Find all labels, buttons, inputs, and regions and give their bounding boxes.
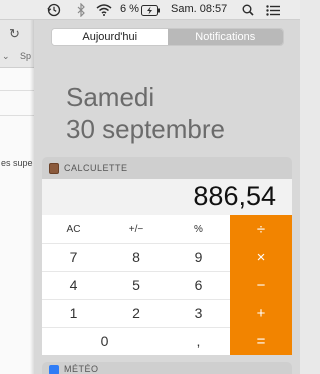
key-5[interactable]: 5 (105, 271, 167, 299)
background-window: ↻ ⌄ Sp es supe (0, 20, 34, 374)
key-comma[interactable]: , (167, 327, 230, 355)
bluetooth-icon[interactable] (75, 2, 87, 18)
search-icon[interactable] (241, 2, 255, 18)
key-1[interactable]: 1 (42, 299, 105, 327)
partial-text: es supe (1, 158, 33, 168)
key-7[interactable]: 7 (42, 243, 105, 271)
time-machine-icon[interactable] (46, 2, 62, 18)
key-minus[interactable]: − (230, 271, 292, 299)
display-value: 886,54 (193, 181, 276, 211)
calculator-keypad: AC +/− % ÷ 7 8 9 × 4 5 6 − 1 2 3 + 0 , = (42, 215, 292, 355)
background-toolbar: ↻ ⌄ Sp (0, 20, 34, 68)
calculator-icon (49, 163, 59, 174)
notification-center-panel: Aujourd'hui Notifications Samedi 30 sept… (34, 20, 300, 374)
wifi-icon[interactable] (95, 2, 113, 18)
key-plus[interactable]: + (230, 299, 292, 327)
widget-title: MÉTÉO (64, 364, 99, 374)
date-full: 30 septembre (66, 114, 225, 144)
key-8[interactable]: 8 (105, 243, 167, 271)
tab-today[interactable]: Aujourd'hui (52, 29, 168, 45)
weather-widget-header: MÉTÉO (42, 362, 292, 374)
weather-icon (49, 365, 59, 374)
key-4[interactable]: 4 (42, 271, 105, 299)
calculator-widget: CALCULETTE 886,54 AC +/− % ÷ 7 8 9 × 4 5… (42, 157, 292, 355)
key-6[interactable]: 6 (167, 271, 230, 299)
view-switcher: Aujourd'hui Notifications (51, 28, 284, 46)
key-percent[interactable]: % (167, 215, 230, 243)
key-0[interactable]: 0 (42, 327, 167, 355)
calculator-display: 886,54 (42, 179, 292, 215)
date-weekday: Samedi (66, 82, 155, 112)
battery-charging-icon[interactable] (140, 2, 162, 18)
chevron-down-icon[interactable]: ⌄ (2, 51, 10, 62)
notification-list-icon[interactable] (265, 2, 281, 18)
menu-bar: 6 % Sam. 08:57 (0, 0, 300, 20)
key-9[interactable]: 9 (167, 243, 230, 271)
tab-notifications[interactable]: Notifications (167, 29, 283, 45)
reload-icon[interactable]: ↻ (9, 26, 20, 42)
divider (0, 90, 34, 91)
key-divide[interactable]: ÷ (230, 215, 292, 243)
key-3[interactable]: 3 (167, 299, 230, 327)
battery-percentage[interactable]: 6 % (120, 3, 139, 15)
menubar-clock[interactable]: Sam. 08:57 (171, 3, 227, 15)
key-equals[interactable]: = (230, 327, 292, 355)
widget-header: CALCULETTE (42, 157, 292, 179)
key-2[interactable]: 2 (105, 299, 167, 327)
key-ac[interactable]: AC (42, 215, 105, 243)
widget-title: CALCULETTE (64, 163, 128, 173)
divider (0, 115, 34, 116)
key-multiply[interactable]: × (230, 243, 292, 271)
key-sign[interactable]: +/− (105, 215, 167, 243)
